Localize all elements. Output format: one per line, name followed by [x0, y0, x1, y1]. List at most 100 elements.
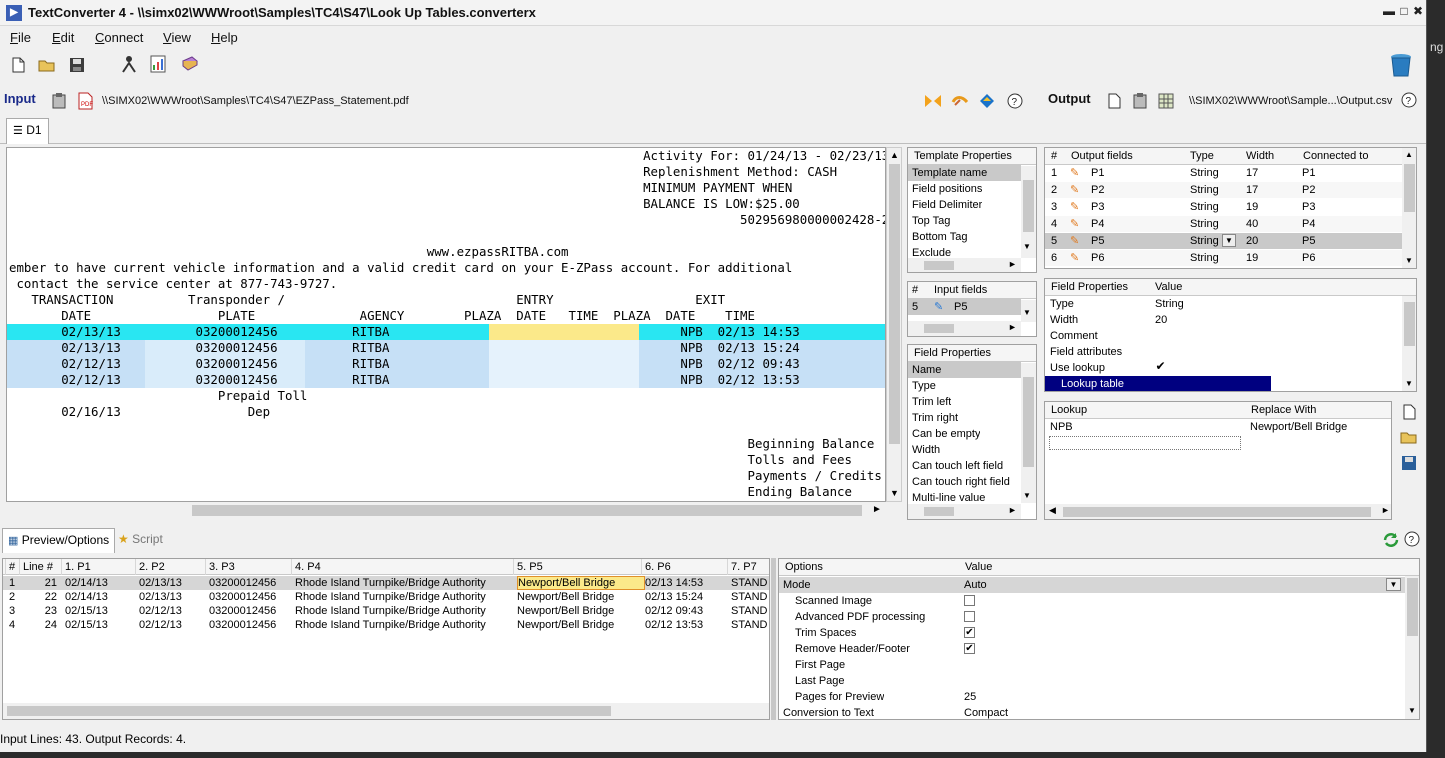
- field-props-scrollbar[interactable]: ▼: [1021, 363, 1036, 503]
- clipboard-icon[interactable]: [50, 92, 68, 110]
- output-field-type[interactable]: String: [1190, 233, 1219, 249]
- field-props-hscroll[interactable]: ►: [908, 504, 1021, 519]
- field-property-row[interactable]: Comment: [1045, 328, 1271, 344]
- field-property-item[interactable]: Trim right: [908, 410, 1021, 426]
- output-field-connected[interactable]: P4: [1302, 216, 1315, 232]
- option-checkbox[interactable]: [964, 611, 975, 622]
- template-property-item[interactable]: Bottom Tag: [908, 229, 1021, 245]
- input-field-row[interactable]: 5 ✎ P5: [908, 299, 1021, 315]
- field-property-row[interactable]: Width 20: [1045, 312, 1271, 328]
- refresh-icon[interactable]: [1382, 531, 1400, 549]
- preview-col-header[interactable]: #: [9, 561, 15, 573]
- link-icon[interactable]: [951, 92, 969, 110]
- minimize-button[interactable]: ▬: [1382, 4, 1396, 20]
- blank-file-icon[interactable]: [1105, 92, 1123, 110]
- swap-icon[interactable]: [924, 92, 942, 110]
- tools-icon[interactable]: [120, 55, 138, 73]
- save-icon[interactable]: [68, 56, 86, 74]
- option-value[interactable]: 25: [964, 689, 976, 705]
- output-field-connected[interactable]: P3: [1302, 199, 1315, 215]
- output-field-connected[interactable]: P1: [1302, 165, 1315, 181]
- output-field-type[interactable]: String: [1190, 165, 1219, 181]
- options-scrollbar[interactable]: ▼: [1405, 576, 1419, 719]
- field-property-row[interactable]: Field attributes: [1045, 344, 1271, 360]
- preview-hscroll[interactable]: [3, 703, 769, 719]
- new-lookup-entry[interactable]: [1049, 436, 1241, 450]
- input-fields-scrollbar[interactable]: ▼: [1021, 300, 1036, 322]
- field-property-item[interactable]: Trim left: [908, 394, 1021, 410]
- doc-horizontal-scrollbar[interactable]: ►: [6, 502, 886, 518]
- preview-col-header[interactable]: 4. P4: [295, 561, 321, 573]
- input-fields-hscroll[interactable]: ►: [908, 321, 1021, 336]
- output-field-type[interactable]: String: [1190, 199, 1219, 215]
- option-checkbox[interactable]: [964, 595, 975, 606]
- option-row[interactable]: Conversion to Text Compact: [779, 705, 1405, 719]
- preview-col-header[interactable]: 3. P3: [209, 561, 235, 573]
- output-field-connected[interactable]: P5: [1302, 233, 1315, 249]
- replace-value[interactable]: Newport/Bell Bridge: [1250, 419, 1347, 435]
- lookup-new-icon[interactable]: [1400, 403, 1418, 421]
- output-field-width[interactable]: 17: [1246, 182, 1258, 198]
- field-property-row[interactable]: Use lookup ✔: [1045, 360, 1271, 376]
- output-field-type[interactable]: String: [1190, 250, 1219, 266]
- scroll-thumb[interactable]: [889, 164, 900, 444]
- option-checkbox[interactable]: ✔: [964, 627, 975, 638]
- preview-col-header[interactable]: 6. P6: [645, 561, 671, 573]
- field-property-row[interactable]: Lookup table: [1045, 376, 1271, 391]
- preview-col-header[interactable]: 7. P7: [731, 561, 757, 573]
- field-property-item[interactable]: Can be empty: [908, 426, 1021, 442]
- preview-row[interactable]: 4 24 02/15/13 02/12/13 03200012456 Rhode Isla…: [3, 618, 769, 632]
- menu-file[interactable]: File: [10, 30, 31, 45]
- scroll-right-icon[interactable]: ►: [872, 504, 882, 515]
- output-field-width[interactable]: 40: [1246, 216, 1258, 232]
- output-help-icon[interactable]: ?: [1400, 91, 1418, 109]
- option-row[interactable]: First Page: [779, 657, 1405, 673]
- output-clipboard-icon[interactable]: [1131, 92, 1149, 110]
- restore-button[interactable]: □: [1397, 4, 1411, 20]
- type-dropdown-button[interactable]: ▼: [1222, 234, 1236, 247]
- output-field-type[interactable]: String: [1190, 182, 1219, 198]
- input-path[interactable]: \\SIMX02\WWWroot\Samples\TC4\S47\EZPass_…: [102, 95, 409, 107]
- preview-col-header[interactable]: 5. P5: [517, 561, 543, 573]
- output-field-width[interactable]: 17: [1246, 165, 1258, 181]
- database-icon[interactable]: [1157, 92, 1175, 110]
- field-property-item[interactable]: Name: [908, 362, 1021, 378]
- pdf-file-icon[interactable]: PDF: [76, 92, 94, 110]
- option-value[interactable]: Auto: [964, 577, 987, 593]
- output-field-width[interactable]: 19: [1246, 250, 1258, 266]
- menu-edit[interactable]: Edit: [52, 30, 74, 45]
- output-field-width[interactable]: 20: [1246, 233, 1258, 249]
- output-path[interactable]: \\SIMX02\WWWroot\Sample...\Output.csv: [1189, 95, 1392, 107]
- field-property-row[interactable]: Type String: [1045, 296, 1271, 312]
- preview-col-header[interactable]: Line #: [23, 561, 53, 573]
- tab-preview-options[interactable]: ▦ Preview/Options: [2, 528, 116, 553]
- option-row[interactable]: Scanned Image: [779, 593, 1405, 609]
- option-row[interactable]: Last Page: [779, 673, 1405, 689]
- menu-view[interactable]: View: [163, 30, 191, 45]
- output-field-row[interactable]: 5 ✎ P5 String ▼ 20 P5: [1045, 233, 1402, 249]
- template-property-item[interactable]: Top Tag: [908, 213, 1021, 229]
- option-row[interactable]: Remove Header/Footer ✔: [779, 641, 1405, 657]
- mode-dropdown-button[interactable]: ▼: [1386, 578, 1401, 591]
- new-file-icon[interactable]: [9, 56, 27, 74]
- help-icon[interactable]: ?: [1006, 92, 1024, 110]
- output-field-connected[interactable]: P2: [1302, 182, 1315, 198]
- output-field-type[interactable]: String: [1190, 216, 1219, 232]
- option-row[interactable]: Trim Spaces ✔: [779, 625, 1405, 641]
- option-row[interactable]: Pages for Preview 25: [779, 689, 1405, 705]
- lookup-save-icon[interactable]: [1400, 454, 1418, 472]
- preview-row[interactable]: 3 23 02/15/13 02/12/13 03200012456 Rhode Isla…: [3, 604, 769, 618]
- field-property-item[interactable]: Type: [908, 378, 1021, 394]
- template-property-item[interactable]: Template name: [908, 165, 1021, 181]
- output-field-connected[interactable]: P6: [1302, 250, 1315, 266]
- document-viewer[interactable]: Activity For: 01/24/13 - 02/23/13 Replen…: [6, 147, 886, 502]
- option-row[interactable]: Advanced PDF processing: [779, 609, 1405, 625]
- menu-help[interactable]: Help: [211, 30, 238, 45]
- use-lookup-checkbox[interactable]: ✔: [1155, 360, 1166, 373]
- output-fields-scrollbar[interactable]: ▲ ▼: [1402, 148, 1416, 268]
- lookup-open-icon[interactable]: [1400, 428, 1418, 446]
- template-hscroll[interactable]: ►: [908, 258, 1021, 272]
- preview-row[interactable]: 2 22 02/14/13 02/13/13 03200012456 Rhode Isla…: [3, 590, 769, 604]
- lookup-row[interactable]: NPB Newport/Bell Bridge: [1045, 419, 1391, 435]
- lookup-value[interactable]: NPB: [1050, 419, 1073, 435]
